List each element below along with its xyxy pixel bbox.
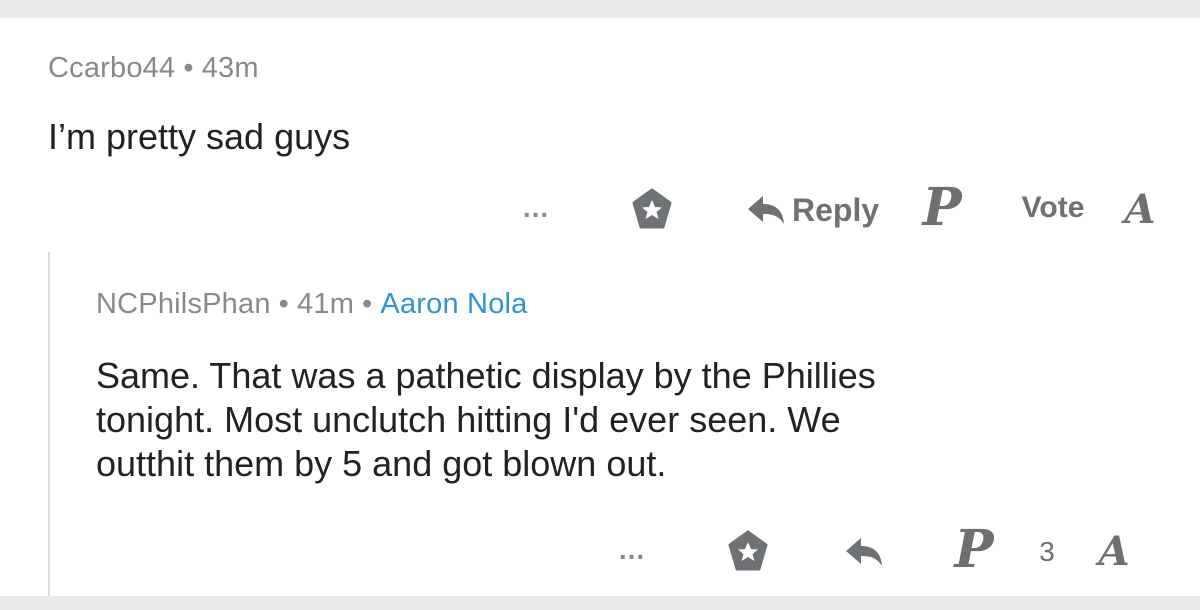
braves-a-logo-icon: A <box>1124 186 1156 233</box>
more-dots-label: ... <box>618 534 646 565</box>
braves-a-logo-icon: A <box>1098 528 1130 575</box>
meta-separator: • <box>278 288 290 320</box>
comment-action-bar: ... P 3 A <box>600 520 1200 580</box>
more-dots-label: ... <box>522 192 550 223</box>
award-button[interactable] <box>628 186 676 234</box>
downvote-button[interactable]: A <box>1110 188 1170 232</box>
reply-button[interactable]: Reply <box>746 186 896 234</box>
meta-separator: • <box>183 52 194 84</box>
reply-thread-line[interactable] <box>48 252 50 596</box>
vote-score: 3 <box>1032 532 1062 572</box>
more-options-button[interactable]: ... <box>514 186 558 230</box>
upvote-button[interactable]: P <box>950 520 998 580</box>
award-button[interactable] <box>724 528 772 576</box>
vote-label: Vote <box>1021 191 1085 224</box>
comment-timestamp: 41m <box>297 288 355 320</box>
reply-arrow-icon <box>748 196 784 224</box>
comment-meta: Ccarbo44 • 43m <box>48 52 259 85</box>
downvote-button[interactable]: A <box>1084 530 1144 574</box>
phillies-p-logo-icon: P <box>922 177 962 238</box>
score-count: 3 <box>1039 536 1055 567</box>
phillies-p-logo-icon: P <box>954 519 994 580</box>
comment-body: Same. That was a pathetic display by the… <box>96 355 876 484</box>
vote-score: Vote <box>1008 188 1098 228</box>
user-flair: Aaron Nola <box>380 288 528 320</box>
reply-button[interactable] <box>840 532 888 572</box>
top-separator-band <box>0 0 1200 18</box>
reply-label: Reply <box>792 191 880 228</box>
comment-username[interactable]: NCPhilsPhan <box>96 288 271 320</box>
comment-username[interactable]: Ccarbo44 <box>48 52 175 84</box>
reply-arrow-icon <box>846 538 882 566</box>
comment-body: I’m pretty sad guys <box>48 116 351 157</box>
award-icon <box>632 188 672 229</box>
comment-timestamp: 43m <box>201 52 259 84</box>
more-options-button[interactable]: ... <box>610 528 654 572</box>
comment-action-bar: ... Reply P Vote A <box>500 178 1200 238</box>
award-icon <box>728 530 768 571</box>
upvote-button[interactable]: P <box>918 178 966 238</box>
bottom-separator-band <box>0 596 1200 610</box>
comment-meta: NCPhilsPhan • 41m • Aaron Nola <box>96 288 528 321</box>
meta-separator: • <box>362 288 373 320</box>
